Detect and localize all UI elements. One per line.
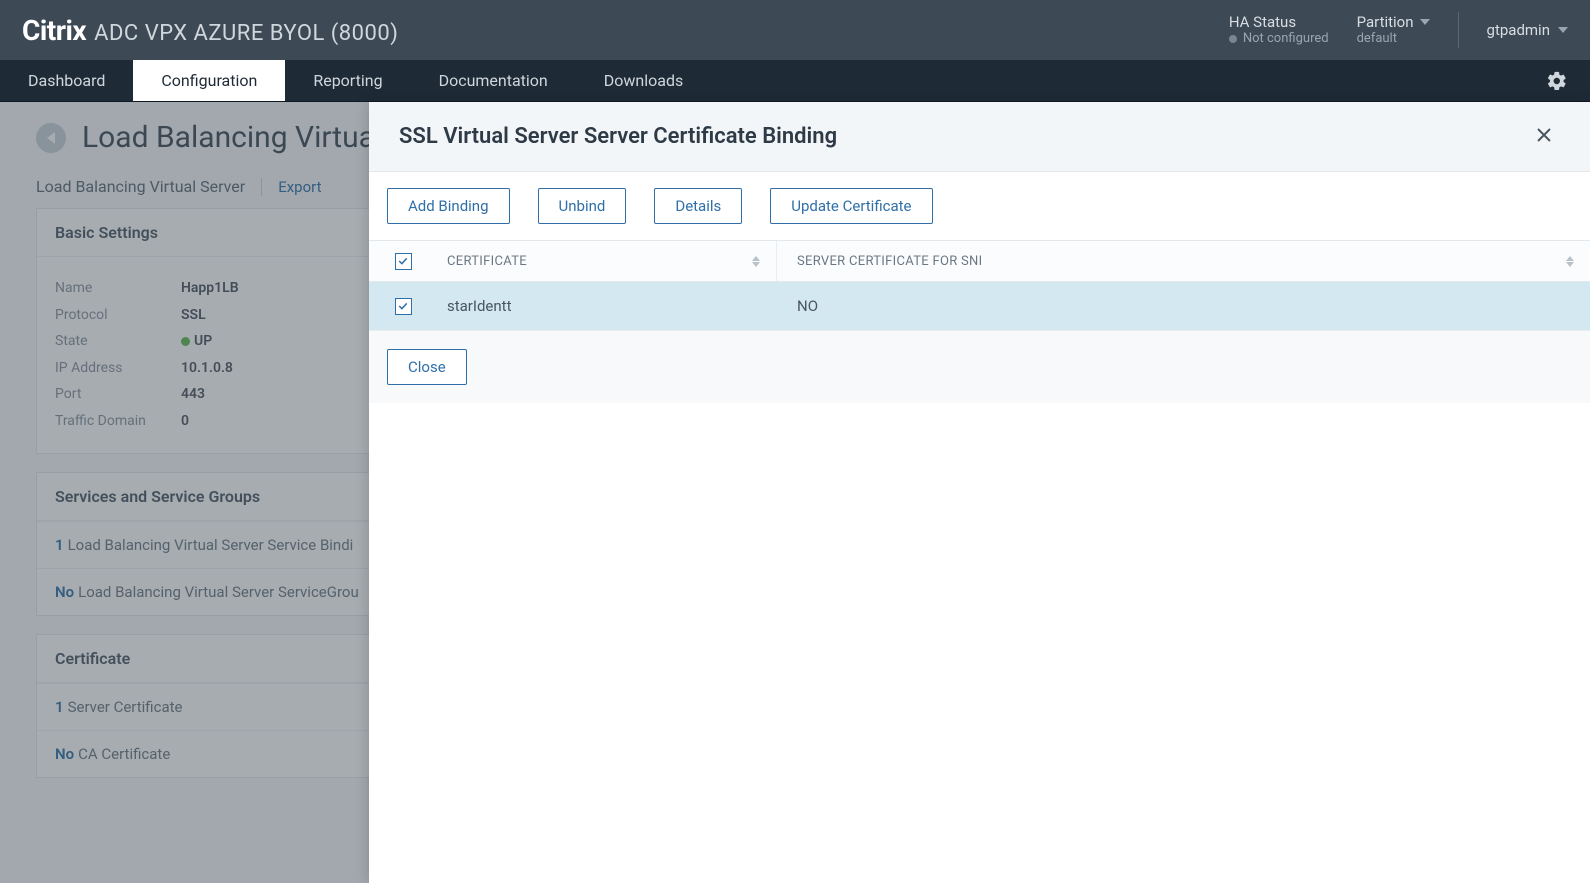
separator xyxy=(1458,12,1459,48)
brand-right: HA Status Not configured Partition defau… xyxy=(1229,12,1568,48)
nav-bar: Dashboard Configuration Reporting Docume… xyxy=(0,60,1590,102)
tab-dashboard[interactable]: Dashboard xyxy=(0,60,133,101)
modal-toolbar: Add Binding Unbind Details Update Certif… xyxy=(369,172,1590,240)
partition-label: Partition xyxy=(1357,13,1414,31)
column-certificate[interactable]: CERTIFICATE xyxy=(437,241,777,281)
column-sni[interactable]: SERVER CERTIFICATE FOR SNI xyxy=(777,241,1590,281)
page-body: Load Balancing Virtual Load Balancing Vi… xyxy=(0,102,1590,883)
tab-configuration[interactable]: Configuration xyxy=(133,60,285,101)
ha-status-label: HA Status xyxy=(1229,13,1329,31)
table-header: CERTIFICATE SERVER CERTIFICATE FOR SNI xyxy=(369,240,1590,282)
close-button[interactable]: Close xyxy=(387,349,467,385)
close-button[interactable] xyxy=(1528,120,1560,153)
partition-selector[interactable]: Partition default xyxy=(1357,13,1430,47)
check-icon xyxy=(397,255,409,267)
row-checkbox[interactable] xyxy=(395,298,412,315)
ssl-cert-binding-modal: SSL Virtual Server Server Certificate Bi… xyxy=(369,102,1590,883)
chevron-down-icon xyxy=(1420,19,1430,25)
check-icon xyxy=(397,300,409,312)
modal-title: SSL Virtual Server Server Certificate Bi… xyxy=(399,124,837,149)
modal-header: SSL Virtual Server Server Certificate Bi… xyxy=(369,102,1590,172)
add-binding-button[interactable]: Add Binding xyxy=(387,188,510,224)
cell-certificate: starIdentt xyxy=(437,297,777,315)
bindings-table: CERTIFICATE SERVER CERTIFICATE FOR SNI s… xyxy=(369,240,1590,330)
select-all-checkbox[interactable] xyxy=(395,253,412,270)
brand-name: Citrix xyxy=(22,14,86,47)
sort-icon xyxy=(1566,256,1574,267)
brand-left: Citrix ADC VPX AZURE BYOL (8000) xyxy=(22,14,398,47)
details-button[interactable]: Details xyxy=(654,188,742,224)
cell-sni: NO xyxy=(777,297,1590,315)
update-certificate-button[interactable]: Update Certificate xyxy=(770,188,932,224)
brand-suffix: ADC VPX AZURE BYOL (8000) xyxy=(94,21,398,46)
chevron-down-icon xyxy=(1558,27,1568,33)
modal-footer: Close xyxy=(369,330,1590,403)
table-row[interactable]: starIdentt NO xyxy=(369,282,1590,330)
tab-downloads[interactable]: Downloads xyxy=(576,60,711,101)
unbind-button[interactable]: Unbind xyxy=(538,188,627,224)
user-name: gtpadmin xyxy=(1487,21,1550,39)
tab-documentation[interactable]: Documentation xyxy=(411,60,576,101)
nav-tabs: Dashboard Configuration Reporting Docume… xyxy=(0,60,711,101)
ha-status: HA Status Not configured xyxy=(1229,13,1329,47)
ha-status-value: Not configured xyxy=(1229,31,1329,47)
status-dot-icon xyxy=(1229,35,1237,43)
user-menu[interactable]: gtpadmin xyxy=(1487,21,1568,39)
brand-bar: Citrix ADC VPX AZURE BYOL (8000) HA Stat… xyxy=(0,0,1590,60)
tab-reporting[interactable]: Reporting xyxy=(285,60,410,101)
partition-value: default xyxy=(1357,31,1430,47)
close-icon xyxy=(1536,127,1552,143)
gear-icon[interactable] xyxy=(1546,70,1568,92)
sort-icon xyxy=(752,256,760,267)
